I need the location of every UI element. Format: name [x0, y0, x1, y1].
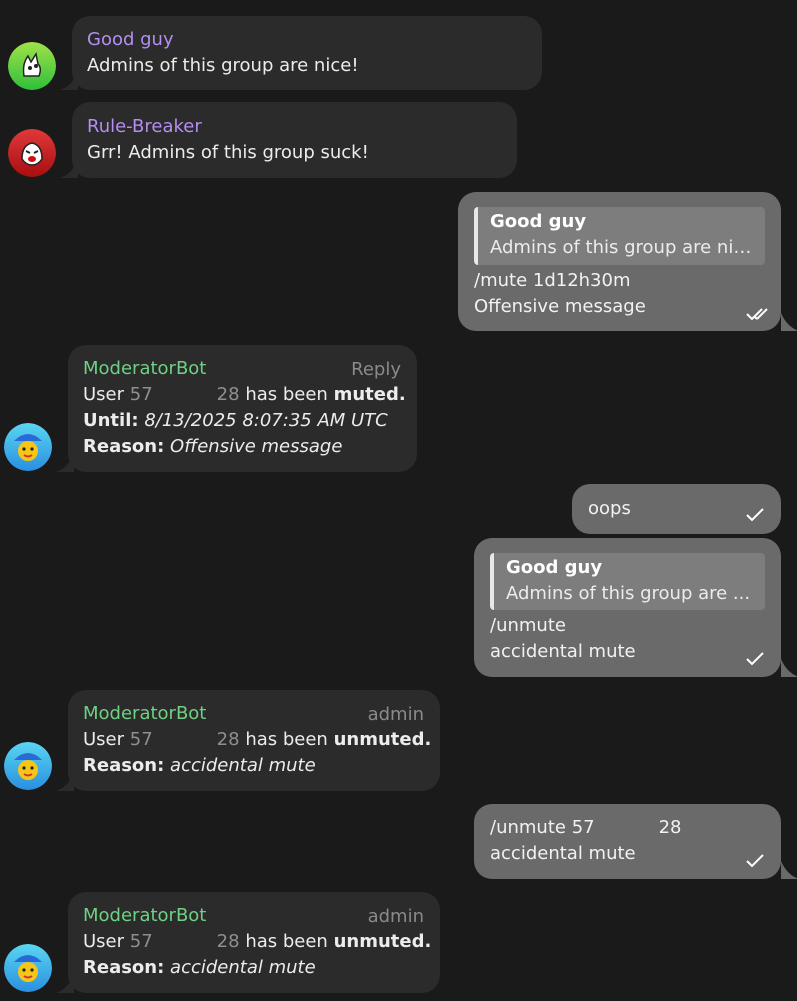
user-id-part[interactable]: 57 [130, 729, 153, 750]
bubble-moderatorbot-unmuted-1[interactable]: ModeratorBot admin User 57 28 has been un… [68, 690, 440, 791]
moderatorbot-avatar-icon [4, 423, 52, 471]
quote-text: Admins of this group are ... [506, 583, 751, 604]
user-id-part[interactable]: 57 [130, 931, 153, 952]
bubble-rule-breaker[interactable]: Rule-Breaker Grr! Admins of this group s… [72, 102, 517, 178]
until-line: Until: 8/13/2025 8:07:35 AM UTC [83, 408, 388, 434]
sender-name[interactable]: Rule-Breaker [87, 114, 202, 140]
quote-text: Admins of this group are nice! [490, 237, 753, 258]
action-text: has been [245, 931, 328, 952]
bubble-moderatorbot-muted[interactable]: ModeratorBot Reply User 57 28 has been mu… [68, 345, 417, 472]
check-icon [746, 854, 764, 868]
reason-value: accidental mute [170, 957, 316, 978]
moderatorbot-avatar-icon [4, 944, 52, 992]
user-id-part[interactable]: 28 [217, 384, 240, 405]
reason-text: accidental mute [490, 641, 636, 662]
reason-label: Reason: [83, 436, 165, 457]
user-id-part[interactable]: 57 [130, 384, 153, 405]
rule-breaker-avatar-icon [8, 129, 56, 177]
reason-value: Offensive message [170, 436, 343, 457]
command-line: /unmute 57 28 [490, 815, 682, 841]
action-status: unmuted. [333, 729, 432, 750]
reason-value: accidental mute [170, 755, 316, 776]
reason-line: Reason: accidental mute [83, 753, 316, 779]
reason-text: accidental mute [490, 843, 636, 864]
user-label: User [83, 729, 125, 750]
double-check-icon [746, 308, 768, 321]
sender-name[interactable]: ModeratorBot [83, 356, 206, 382]
avatar-good-guy[interactable] [8, 42, 56, 90]
message-text: Admins of this group are nice! [87, 55, 359, 76]
reply-quote[interactable]: Good guy Admins of this group are ... [490, 553, 765, 610]
reason-line: Reason: accidental mute [83, 955, 316, 981]
sender-name[interactable]: ModeratorBot [83, 903, 206, 929]
admin-label: admin [367, 704, 424, 725]
user-id-part[interactable]: 28 [217, 931, 240, 952]
command-text: /unmute [490, 615, 566, 636]
bubble-outgoing-unmute-reply[interactable]: Good guy Admins of this group are ... /u… [474, 538, 781, 677]
good-guy-avatar-icon [8, 42, 56, 90]
reply-quote[interactable]: Good guy Admins of this group are nice! [474, 207, 765, 265]
user-id-part: 28 [658, 817, 682, 838]
message-text: Grr! Admins of this group suck! [87, 142, 369, 163]
bubble-good-guy[interactable]: Good guy Admins of this group are nice! [72, 16, 542, 90]
action-text: has been [245, 384, 328, 405]
action-text: has been [245, 729, 328, 750]
quote-sender: Good guy [490, 211, 587, 232]
reason-label: Reason: [83, 755, 165, 776]
reason-line: Reason: Offensive message [83, 434, 342, 460]
bubble-outgoing-unmute-id[interactable]: /unmute 57 28 accidental mute [474, 804, 781, 879]
user-status-line: User 57 28 has been unmuted. [83, 727, 431, 753]
reason-text: Offensive message [474, 296, 646, 317]
avatar-moderatorbot[interactable] [4, 944, 52, 992]
user-status-line: User 57 28 has been muted. [83, 382, 406, 408]
until-value: 8/13/2025 8:07:35 AM UTC [144, 410, 388, 431]
command-text: /unmute [490, 817, 566, 838]
user-status-line: User 57 28 has been unmuted. [83, 929, 431, 955]
message-text: oops [588, 498, 631, 519]
sender-name[interactable]: ModeratorBot [83, 701, 206, 727]
sender-name[interactable]: Good guy [87, 27, 174, 53]
quote-sender: Good guy [506, 557, 603, 578]
bubble-outgoing-oops[interactable]: oops [572, 484, 781, 534]
user-id-part[interactable]: 28 [217, 729, 240, 750]
action-status: unmuted. [333, 931, 432, 952]
bubble-outgoing-mute[interactable]: Good guy Admins of this group are nice! … [458, 192, 781, 331]
admin-label: admin [367, 906, 424, 927]
avatar-moderatorbot[interactable] [4, 742, 52, 790]
user-label: User [83, 931, 125, 952]
reply-label[interactable]: Reply [351, 357, 401, 383]
until-label: Until: [83, 410, 139, 431]
command-text: /mute 1d12h30m [474, 270, 631, 291]
user-id-part: 57 [571, 817, 595, 838]
moderatorbot-avatar-icon [4, 742, 52, 790]
action-status: muted. [333, 384, 406, 405]
avatar-moderatorbot[interactable] [4, 423, 52, 471]
user-label: User [83, 384, 125, 405]
check-icon [746, 652, 764, 666]
bubble-moderatorbot-unmuted-2[interactable]: ModeratorBot admin User 57 28 has been un… [68, 892, 440, 993]
avatar-rule-breaker[interactable] [8, 129, 56, 177]
reason-label: Reason: [83, 957, 165, 978]
check-icon [746, 508, 764, 522]
